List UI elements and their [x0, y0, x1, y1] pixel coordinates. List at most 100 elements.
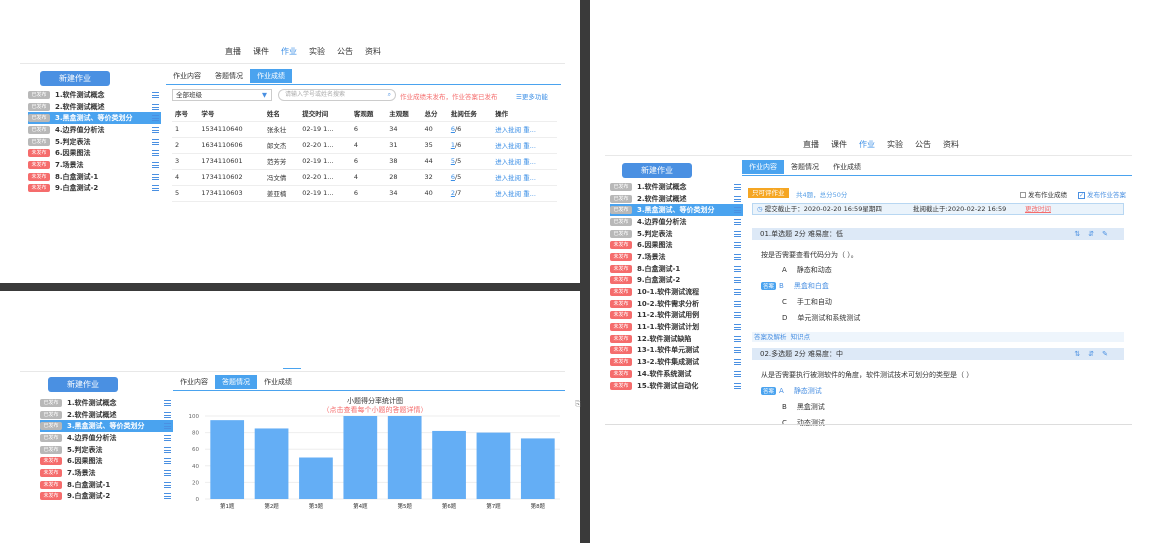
- action-link[interactable]: 重...: [523, 174, 536, 182]
- review-count-link[interactable]: 6: [451, 125, 455, 133]
- sidebar-item[interactable]: 未发布 6.因果图法: [610, 239, 743, 251]
- nav-item[interactable]: 直播: [225, 46, 241, 57]
- column-header[interactable]: 总分: [421, 105, 448, 122]
- action-link[interactable]: 进入批阅: [495, 126, 523, 134]
- list-icon[interactable]: [734, 370, 741, 377]
- list-icon[interactable]: [164, 434, 171, 441]
- list-icon[interactable]: [152, 103, 159, 110]
- bar[interactable]: [520, 438, 555, 499]
- action-link[interactable]: 重...: [523, 126, 536, 134]
- search-input[interactable]: 请输入学号或姓名搜索 ⌕: [278, 89, 396, 101]
- nav-item[interactable]: 课件: [253, 46, 269, 57]
- list-icon[interactable]: [152, 185, 159, 192]
- bar[interactable]: [210, 420, 245, 499]
- save-image-icon[interactable]: ⎘: [575, 400, 581, 409]
- sidebar-item[interactable]: 未发布 9.白盒测试-2: [610, 275, 743, 287]
- tab[interactable]: 答题情况: [215, 375, 257, 389]
- sidebar-item[interactable]: 未发布 7.场景法: [610, 251, 743, 263]
- more-functions-link[interactable]: ☰更多功能: [516, 91, 548, 101]
- sidebar-item[interactable]: 已发布 2.软件测试概述: [610, 193, 743, 205]
- list-icon[interactable]: [734, 242, 741, 249]
- sidebar-item[interactable]: 未发布 10-1.软件测试流程: [610, 286, 743, 298]
- sidebar-item[interactable]: 未发布 11-1.软件测试计划: [610, 321, 743, 333]
- action-link[interactable]: 重...: [523, 190, 536, 198]
- list-icon[interactable]: [164, 399, 171, 406]
- bar[interactable]: [432, 430, 466, 499]
- sidebar-item[interactable]: 未发布 13-2.软件集成测试: [610, 356, 743, 368]
- checked-icon[interactable]: ✓: [1078, 191, 1085, 199]
- list-icon[interactable]: [164, 411, 171, 418]
- bar[interactable]: [387, 416, 422, 499]
- sidebar-item[interactable]: 已发布 5.判定表法: [28, 136, 161, 148]
- sidebar-item[interactable]: 未发布 15.软件测试自动化: [610, 380, 743, 392]
- list-icon[interactable]: [152, 138, 159, 145]
- sidebar-item[interactable]: 未发布 8.白盒测试-1: [28, 171, 161, 183]
- list-icon[interactable]: [734, 265, 741, 272]
- sidebar-item[interactable]: 已发布 4.边界值分析法: [40, 432, 173, 444]
- chart-subtitle[interactable]: （点击查看每个小题的答题详情）: [323, 405, 428, 414]
- list-icon[interactable]: [152, 126, 159, 133]
- list-icon[interactable]: [152, 115, 159, 122]
- new-assignment-button[interactable]: 新建作业: [40, 71, 110, 86]
- action-link[interactable]: 进入批阅: [495, 174, 523, 182]
- sidebar-item[interactable]: 已发布 2.软件测试概述: [28, 101, 161, 113]
- sidebar-item[interactable]: 未发布 11-2.软件测试用例: [610, 310, 743, 322]
- nav-item[interactable]: 资料: [365, 46, 381, 57]
- nav-item[interactable]: 直播: [803, 139, 819, 150]
- list-icon[interactable]: [734, 335, 741, 342]
- sidebar-item[interactable]: 未发布 6.因果图法: [40, 455, 173, 467]
- tab[interactable]: 作业成绩: [250, 69, 292, 83]
- sidebar-item[interactable]: 已发布 3.黑盒测试、等价类划分: [610, 204, 743, 217]
- list-icon[interactable]: [734, 312, 741, 319]
- question-tools[interactable]: ⇅⇵✎: [1074, 348, 1116, 360]
- sidebar-item[interactable]: 已发布 4.边界值分析法: [610, 216, 743, 228]
- nav-item[interactable]: 公告: [337, 46, 353, 57]
- sidebar-item[interactable]: 已发布 1.软件测试概念: [40, 397, 173, 409]
- list-icon[interactable]: [734, 230, 741, 237]
- list-icon[interactable]: [734, 347, 741, 354]
- tab[interactable]: 作业内容: [173, 375, 215, 389]
- review-count-link[interactable]: 5: [451, 157, 455, 165]
- sidebar-item[interactable]: 已发布 3.黑盒测试、等价类划分: [40, 420, 173, 433]
- tab[interactable]: 作业成绩: [826, 160, 868, 174]
- list-icon[interactable]: [734, 382, 741, 389]
- list-icon[interactable]: [734, 359, 741, 366]
- tab[interactable]: 作业内容: [742, 160, 784, 174]
- sidebar-item[interactable]: 未发布 7.场景法: [28, 159, 161, 171]
- search-icon[interactable]: ⌕: [388, 90, 391, 100]
- list-icon[interactable]: [734, 324, 741, 331]
- bar[interactable]: [343, 416, 378, 499]
- sidebar-item[interactable]: 未发布 14.软件系统测试: [610, 368, 743, 380]
- nav-item[interactable]: 资料: [943, 139, 959, 150]
- list-icon[interactable]: [152, 173, 159, 180]
- list-icon[interactable]: [734, 277, 741, 284]
- new-assignment-button[interactable]: 新建作业: [622, 163, 692, 178]
- sidebar-item[interactable]: 未发布 12.软件测试缺陷: [610, 333, 743, 345]
- nav-item[interactable]: 实验: [309, 46, 325, 57]
- sidebar-item[interactable]: 未发布 9.白盒测试-2: [40, 491, 173, 503]
- bar[interactable]: [299, 457, 333, 500]
- sidebar-item[interactable]: 未发布 6.因果图法: [28, 147, 161, 159]
- action-link[interactable]: 进入批阅: [495, 158, 523, 166]
- action-link[interactable]: 进入批阅: [495, 142, 523, 150]
- list-icon[interactable]: [734, 183, 741, 190]
- list-icon[interactable]: [734, 289, 741, 296]
- list-icon[interactable]: [164, 469, 171, 476]
- action-link[interactable]: 进入批阅: [495, 190, 523, 198]
- sidebar-item[interactable]: 未发布 13-1.软件单元测试: [610, 345, 743, 357]
- nav-item[interactable]: 公告: [915, 139, 931, 150]
- bar[interactable]: [476, 432, 511, 499]
- analysis-link[interactable]: 答案及解析: [754, 333, 787, 341]
- list-icon[interactable]: [152, 91, 159, 98]
- action-link[interactable]: 重...: [523, 142, 536, 150]
- publish-score-checkbox[interactable]: 发布作业成绩: [1020, 189, 1067, 199]
- sidebar-item[interactable]: 已发布 5.判定表法: [610, 228, 743, 240]
- list-icon[interactable]: [152, 150, 159, 157]
- nav-item[interactable]: 课件: [831, 139, 847, 150]
- bar[interactable]: [254, 428, 289, 499]
- tab[interactable]: 答题情况: [784, 160, 826, 174]
- tab[interactable]: 作业成绩: [257, 375, 299, 389]
- sidebar-item[interactable]: 已发布 3.黑盒测试、等价类划分: [28, 112, 161, 125]
- change-time-link[interactable]: 更改时间: [1025, 204, 1051, 214]
- publish-answer-checkbox[interactable]: ✓ 发布作业答案: [1078, 189, 1126, 199]
